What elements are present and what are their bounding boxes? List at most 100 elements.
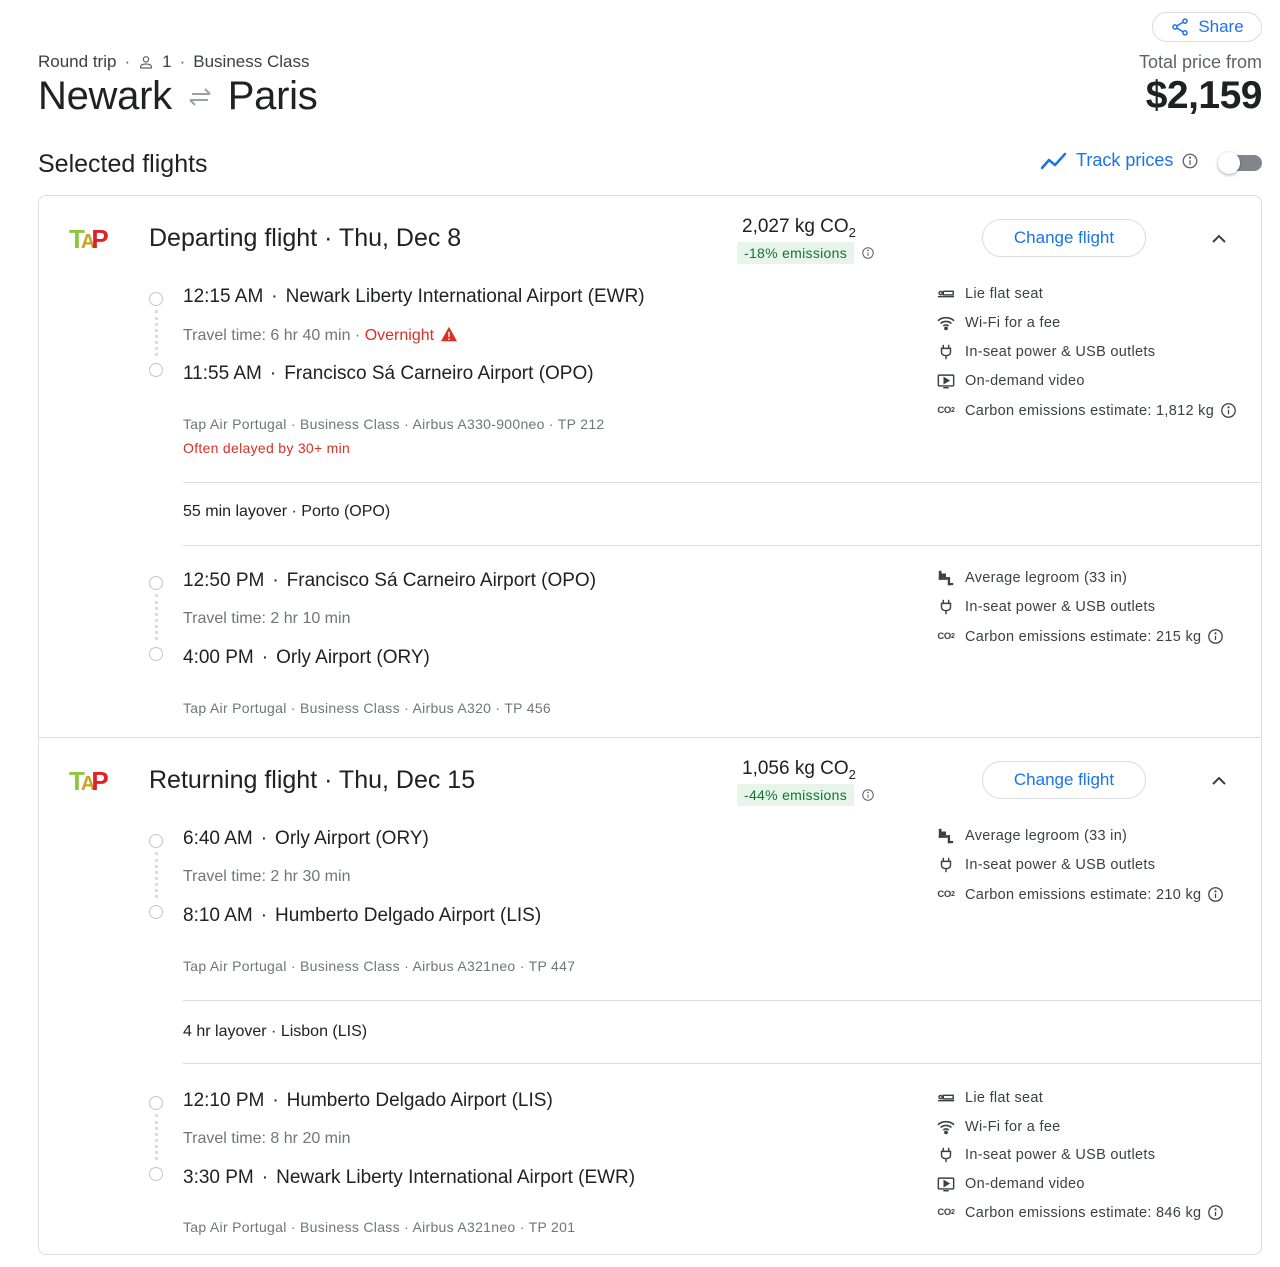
amenity-item: In-seat power & USB outlets bbox=[936, 599, 1155, 615]
arrival-airport: Orly Airport (ORY) bbox=[276, 647, 430, 668]
power-plug-icon bbox=[936, 857, 956, 873]
info-icon[interactable] bbox=[861, 788, 875, 802]
divider bbox=[183, 1063, 1261, 1064]
separator-dot: · bbox=[179, 52, 186, 71]
total-price: $2,159 bbox=[1145, 74, 1263, 117]
amenity-label: In-seat power & USB outlets bbox=[965, 344, 1156, 360]
chevron-up-icon[interactable] bbox=[1207, 769, 1231, 793]
departure-airport: Humberto Delgado Airport (LIS) bbox=[286, 1090, 553, 1111]
trip-type: Round trip bbox=[38, 52, 117, 71]
amenity-label: Wi-Fi for a fee bbox=[965, 315, 1061, 331]
layover-info: 4 hr layover · Lisbon (LIS) bbox=[183, 1023, 368, 1040]
wifi-icon bbox=[936, 1119, 956, 1135]
flight-date: Thu, Dec 15 bbox=[338, 766, 476, 794]
flight-details: Tap Air Portugal · Business Class · Airb… bbox=[183, 1219, 576, 1235]
departure-airport: Orly Airport (ORY) bbox=[275, 828, 429, 849]
travel-time: Travel time: 2 hr 30 min bbox=[183, 868, 351, 885]
amenity-item: CO 2 Carbon emissions estimate: 1,812 kg bbox=[936, 402, 1237, 419]
power-plug-icon bbox=[936, 1147, 956, 1163]
amenity-label: Wi-Fi for a fee bbox=[965, 1119, 1061, 1135]
co2-icon: CO 2 bbox=[937, 1207, 955, 1218]
amenity-label: On-demand video bbox=[965, 1176, 1085, 1192]
info-icon[interactable] bbox=[1220, 402, 1237, 419]
arrival-stop: 3:30 PM · Newark Liberty International Air… bbox=[183, 1167, 636, 1188]
info-icon[interactable] bbox=[1207, 886, 1224, 903]
change-flight-button[interactable]: Change flight bbox=[982, 219, 1146, 257]
passenger-count: 1 bbox=[162, 52, 172, 71]
layover-info: 55 min layover · Porto (OPO) bbox=[183, 503, 391, 520]
flight-co2: 1,056 kg CO2 bbox=[742, 758, 856, 782]
track-prices-toggle[interactable] bbox=[1218, 152, 1264, 176]
timeline-start bbox=[149, 576, 163, 590]
co2-icon: CO 2 bbox=[937, 889, 955, 900]
info-icon[interactable] bbox=[1207, 1204, 1224, 1221]
flight-direction: Departing flight bbox=[149, 224, 318, 252]
arrival-time: 8:10 AM bbox=[183, 905, 253, 926]
tap-logo: TAP bbox=[69, 766, 109, 796]
info-icon[interactable] bbox=[861, 246, 875, 260]
amenity-item: In-seat power & USB outlets bbox=[936, 1147, 1155, 1163]
amenity-label: On-demand video bbox=[965, 373, 1085, 389]
amenity-item: Average legroom (33 in) bbox=[936, 828, 1127, 844]
amenity-label: Carbon emissions estimate: 210 kg bbox=[965, 886, 1202, 903]
share-button[interactable]: Share bbox=[1152, 12, 1262, 42]
video-icon bbox=[936, 373, 956, 389]
timeline-end bbox=[149, 905, 163, 919]
amenity-label: Average legroom (33 in) bbox=[965, 570, 1128, 586]
arrival-airport: Newark Liberty International Airport (EW… bbox=[276, 1167, 636, 1188]
swap-arrows-icon bbox=[189, 87, 211, 106]
departure-time: 6:40 AM bbox=[183, 828, 253, 849]
amenity-item: In-seat power & USB outlets bbox=[936, 344, 1155, 360]
arrival-time: 4:00 PM bbox=[183, 647, 254, 668]
departing-flight: TAP Departing flight · Thu, Dec 8 2,027 … bbox=[39, 196, 1261, 737]
timeline-end bbox=[149, 363, 163, 377]
timeline-end bbox=[149, 647, 163, 661]
emissions-badge: -18% emissions bbox=[737, 242, 855, 264]
timeline-dots bbox=[155, 852, 158, 898]
divider bbox=[183, 482, 1261, 483]
flight-details: Tap Air Portugal · Business Class · Airb… bbox=[183, 958, 576, 974]
timeline-dots bbox=[155, 594, 158, 640]
amenity-item: CO 2 Carbon emissions estimate: 846 kg bbox=[936, 1204, 1224, 1221]
travel-duration: Travel time: 6 hr 40 min bbox=[183, 327, 351, 344]
arrival-time: 11:55 AM bbox=[183, 363, 262, 384]
track-prices[interactable]: Track prices bbox=[1040, 150, 1199, 171]
amenity-label: Carbon emissions estimate: 215 kg bbox=[965, 628, 1202, 645]
amenity-item: Lie flat seat bbox=[936, 1090, 1043, 1106]
amenity-item: Average legroom (33 in) bbox=[936, 570, 1127, 586]
departure-airport: Newark Liberty International Airport (EW… bbox=[285, 286, 645, 307]
flight-details: Tap Air Portugal · Business Class · Airb… bbox=[183, 416, 605, 432]
timeline-dots bbox=[155, 310, 158, 356]
trend-line-icon bbox=[1040, 152, 1067, 169]
co2-icon: CO 2 bbox=[937, 631, 955, 642]
change-flight-button[interactable]: Change flight bbox=[982, 761, 1146, 799]
selected-flights-card: TAP Departing flight · Thu, Dec 8 2,027 … bbox=[38, 195, 1262, 1255]
departure-stop: 12:50 PM · Francisco Sá Carneiro Airport (… bbox=[183, 570, 597, 591]
info-icon[interactable] bbox=[1181, 152, 1199, 170]
arrival-stop: 8:10 AM · Humberto Delgado Airport (LIS) bbox=[183, 905, 542, 926]
amenity-label: Average legroom (33 in) bbox=[965, 828, 1128, 844]
departure-stop: 12:15 AM · Newark Liberty International Ai… bbox=[183, 286, 645, 307]
departure-airport: Francisco Sá Carneiro Airport (OPO) bbox=[286, 570, 597, 591]
timeline-start bbox=[149, 292, 163, 306]
divider bbox=[183, 545, 1261, 546]
amenity-item: In-seat power & USB outlets bbox=[936, 857, 1155, 873]
power-plug-icon bbox=[936, 344, 956, 360]
selected-flights-heading: Selected flights bbox=[38, 150, 208, 178]
amenity-label: In-seat power & USB outlets bbox=[965, 1147, 1156, 1163]
travel-time: Travel time: 2 hr 10 min bbox=[183, 610, 351, 627]
legroom-icon bbox=[936, 570, 956, 586]
amenity-label: Carbon emissions estimate: 1,812 kg bbox=[965, 402, 1215, 419]
timeline-dots bbox=[155, 1114, 158, 1160]
amenity-label: Lie flat seat bbox=[965, 286, 1044, 302]
arrival-stop: 4:00 PM · Orly Airport (ORY) bbox=[183, 647, 430, 668]
info-icon[interactable] bbox=[1207, 628, 1224, 645]
lie-flat-seat-icon bbox=[936, 1090, 956, 1106]
departure-time: 12:10 PM bbox=[183, 1090, 265, 1111]
arrival-airport: Francisco Sá Carneiro Airport (OPO) bbox=[284, 363, 594, 384]
travel-time: Travel time: 6 hr 40 min · Overnight bbox=[183, 326, 458, 345]
toggle-knob bbox=[1218, 152, 1240, 174]
departure-stop: 6:40 AM · Orly Airport (ORY) bbox=[183, 828, 429, 849]
amenity-label: Carbon emissions estimate: 846 kg bbox=[965, 1204, 1202, 1221]
chevron-up-icon[interactable] bbox=[1207, 227, 1231, 251]
